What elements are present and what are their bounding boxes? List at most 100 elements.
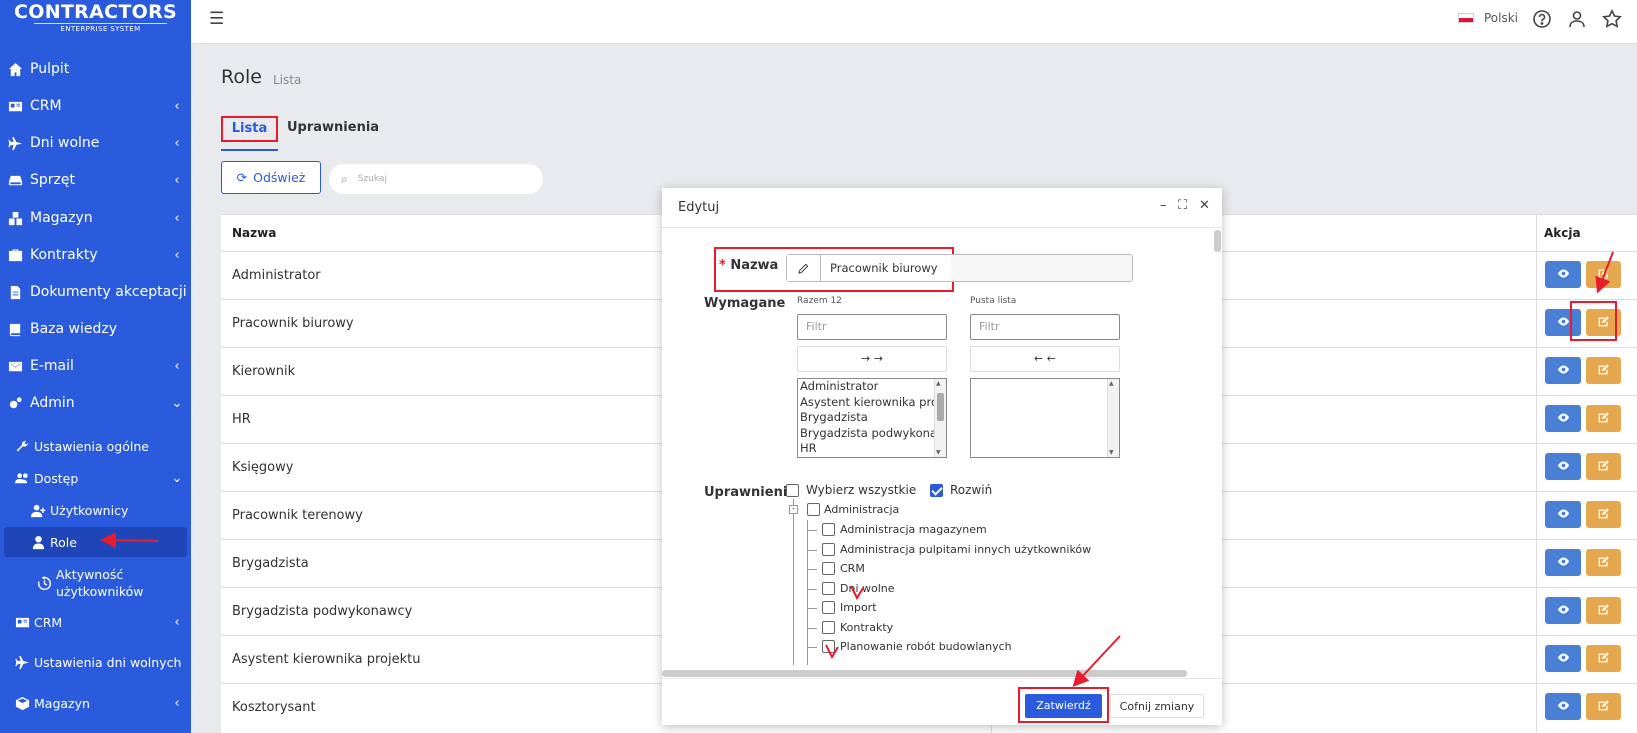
select-all-label[interactable]: Wybierz wszystkie: [806, 483, 916, 497]
edit-button[interactable]: [1586, 549, 1621, 576]
view-button[interactable]: [1545, 597, 1581, 624]
edit-button[interactable]: [1586, 357, 1621, 384]
sidebar-item-label: Dokumenty akceptacji: [30, 284, 187, 300]
refresh-button[interactable]: ⟳ Odśwież: [221, 161, 321, 194]
dialog-vertical-scrollbar[interactable]: [1214, 230, 1221, 252]
listbox-scrollbar[interactable]: ▲ ▼: [934, 379, 946, 457]
tab-lista[interactable]: Lista: [221, 116, 278, 142]
sidebar-item-admin[interactable]: Admin ⌄: [0, 388, 191, 418]
tab-uprawnienia[interactable]: Uprawnienia: [287, 120, 379, 135]
sidebar-item-aktywnosc-uzytkownikow[interactable]: Aktywność użytkowników: [0, 563, 191, 603]
column-header-name[interactable]: Nazwa: [232, 215, 276, 251]
sidebar-item-email[interactable]: E-mail ‹: [0, 351, 191, 381]
permission-checkbox[interactable]: [822, 640, 835, 653]
sidebar-item-ustawienia-dni-wolnych[interactable]: Ustawienia dni wolnych: [0, 642, 191, 682]
left-filter-input[interactable]: Filtr: [797, 314, 947, 340]
scroll-up-icon[interactable]: ▲: [936, 380, 941, 387]
listbox-option[interactable]: Brygadzista podwykonawcy: [798, 426, 934, 442]
tree-collapse-toggle[interactable]: -: [789, 505, 798, 514]
sidebar-item-baza-wiedzy[interactable]: Baza wiedzy: [0, 314, 191, 344]
listbox-option[interactable]: Administrator: [798, 379, 934, 395]
maximize-icon[interactable]: ⛶: [1178, 198, 1187, 213]
edit-icon: [1597, 409, 1610, 428]
sidebar-item-role[interactable]: Role: [4, 527, 187, 557]
dialog-horizontal-scrollbar[interactable]: [662, 670, 1187, 677]
scrollbar-thumb[interactable]: [937, 393, 944, 421]
view-button[interactable]: [1545, 549, 1581, 576]
listbox-option[interactable]: HR: [798, 441, 934, 457]
permission-checkbox[interactable]: [822, 581, 835, 595]
listbox-option[interactable]: Asystent kierownika projektu: [798, 395, 934, 411]
view-button[interactable]: [1545, 453, 1581, 480]
permission-checkbox[interactable]: [822, 523, 835, 536]
view-button[interactable]: [1545, 357, 1581, 384]
view-button[interactable]: [1545, 261, 1581, 288]
name-field[interactable]: Pracownik biurowy: [786, 254, 1133, 282]
sidebar-item-magazyn-admin[interactable]: Magazyn ‹: [0, 688, 191, 718]
edit-button[interactable]: [1586, 261, 1621, 288]
view-button[interactable]: [1545, 693, 1581, 720]
edit-button[interactable]: [1586, 693, 1621, 720]
permission-checkbox[interactable]: [822, 601, 835, 614]
sidebar-item-dokumenty-akceptacji[interactable]: Dokumenty akceptacji: [0, 277, 191, 307]
expand-checkbox[interactable]: [930, 484, 943, 497]
view-button[interactable]: [1545, 309, 1581, 336]
edit-button[interactable]: [1586, 501, 1621, 528]
permission-checkbox[interactable]: [822, 562, 835, 575]
edit-button[interactable]: [1586, 405, 1621, 432]
confirm-button[interactable]: Zatwierdź: [1025, 694, 1102, 718]
sidebar-item-ustawienia-ogolne[interactable]: Ustawienia ogólne: [0, 431, 191, 461]
scroll-down-icon[interactable]: ▼: [936, 449, 941, 456]
star-icon[interactable]: [1602, 8, 1622, 29]
move-all-left-button[interactable]: ← ←: [970, 346, 1120, 372]
view-button[interactable]: [1545, 405, 1581, 432]
right-filter-input[interactable]: Filtr: [970, 314, 1120, 340]
sidebar-item-crm[interactable]: CRM ‹: [0, 91, 191, 121]
edit-button[interactable]: [1586, 453, 1621, 480]
permission-checkbox[interactable]: [822, 542, 835, 556]
select-all-checkbox[interactable]: [786, 484, 799, 497]
sidebar-item-label: Dostęp: [34, 470, 79, 486]
language-selector[interactable]: Polski: [1458, 11, 1518, 25]
poland-flag-icon: [1458, 13, 1474, 23]
app-logo[interactable]: CONTRACTORS ENTERPRISE SYSTEM: [0, 0, 191, 36]
sidebar-item-sprzet[interactable]: Sprzęt ‹: [0, 165, 191, 195]
permission-checkbox[interactable]: [822, 620, 835, 634]
edit-role-dialog: Edytuj – ⛶ ✕ * Nazwa Pracownik biurowy W…: [662, 188, 1222, 725]
revert-button[interactable]: Cofnij zmiany: [1110, 694, 1204, 718]
user-profile-icon[interactable]: [1567, 9, 1587, 29]
expand-label[interactable]: Rozwiń: [950, 483, 992, 497]
scroll-down-icon[interactable]: ▼: [1109, 449, 1114, 456]
sidebar-item-pulpit[interactable]: Pulpit: [0, 54, 191, 84]
eye-icon: [1557, 409, 1570, 428]
tree-connector: [807, 647, 817, 648]
eye-icon: [1557, 697, 1570, 716]
scroll-up-icon[interactable]: ▲: [1109, 380, 1114, 387]
edit-button[interactable]: [1586, 309, 1621, 336]
sidebar-item-dni-wolne[interactable]: Dni wolne ‹: [0, 128, 191, 158]
available-roles-listbox[interactable]: AdministratorAsystent kierownika projekt…: [797, 378, 947, 458]
mail-icon: [0, 359, 30, 374]
sidebar-item-magazyn[interactable]: Magazyn ‹: [0, 203, 191, 233]
sidebar-item-uzytkownicy[interactable]: Użytkownicy: [0, 495, 191, 525]
view-button[interactable]: [1545, 501, 1581, 528]
view-button[interactable]: [1545, 645, 1581, 672]
listbox-scrollbar[interactable]: ▲ ▼: [1107, 379, 1119, 457]
selected-roles-listbox[interactable]: ▲ ▼: [970, 378, 1120, 458]
help-icon[interactable]: [1532, 9, 1552, 29]
edit-button[interactable]: [1586, 645, 1621, 672]
eye-icon: [1557, 505, 1570, 524]
tree-root-label: Administracja: [824, 503, 900, 516]
chevron-down-icon: ⌄: [171, 470, 183, 486]
sidebar-item-kontrakty[interactable]: Kontrakty ‹: [0, 240, 191, 270]
sidebar-item-dostep[interactable]: Dostęp ⌄: [0, 463, 191, 493]
sidebar-item-crm-admin[interactable]: CRM ‹: [0, 607, 191, 637]
edit-button[interactable]: [1586, 597, 1621, 624]
minimize-icon[interactable]: –: [1160, 198, 1167, 213]
search-input[interactable]: ⌕ Szukaj: [329, 164, 543, 194]
tree-root-checkbox[interactable]: [807, 503, 820, 516]
close-icon[interactable]: ✕: [1199, 198, 1210, 213]
listbox-option[interactable]: Brygadzista: [798, 410, 934, 426]
menu-toggle-icon[interactable]: ☰: [209, 9, 224, 29]
move-all-right-button[interactable]: → →: [797, 346, 947, 372]
